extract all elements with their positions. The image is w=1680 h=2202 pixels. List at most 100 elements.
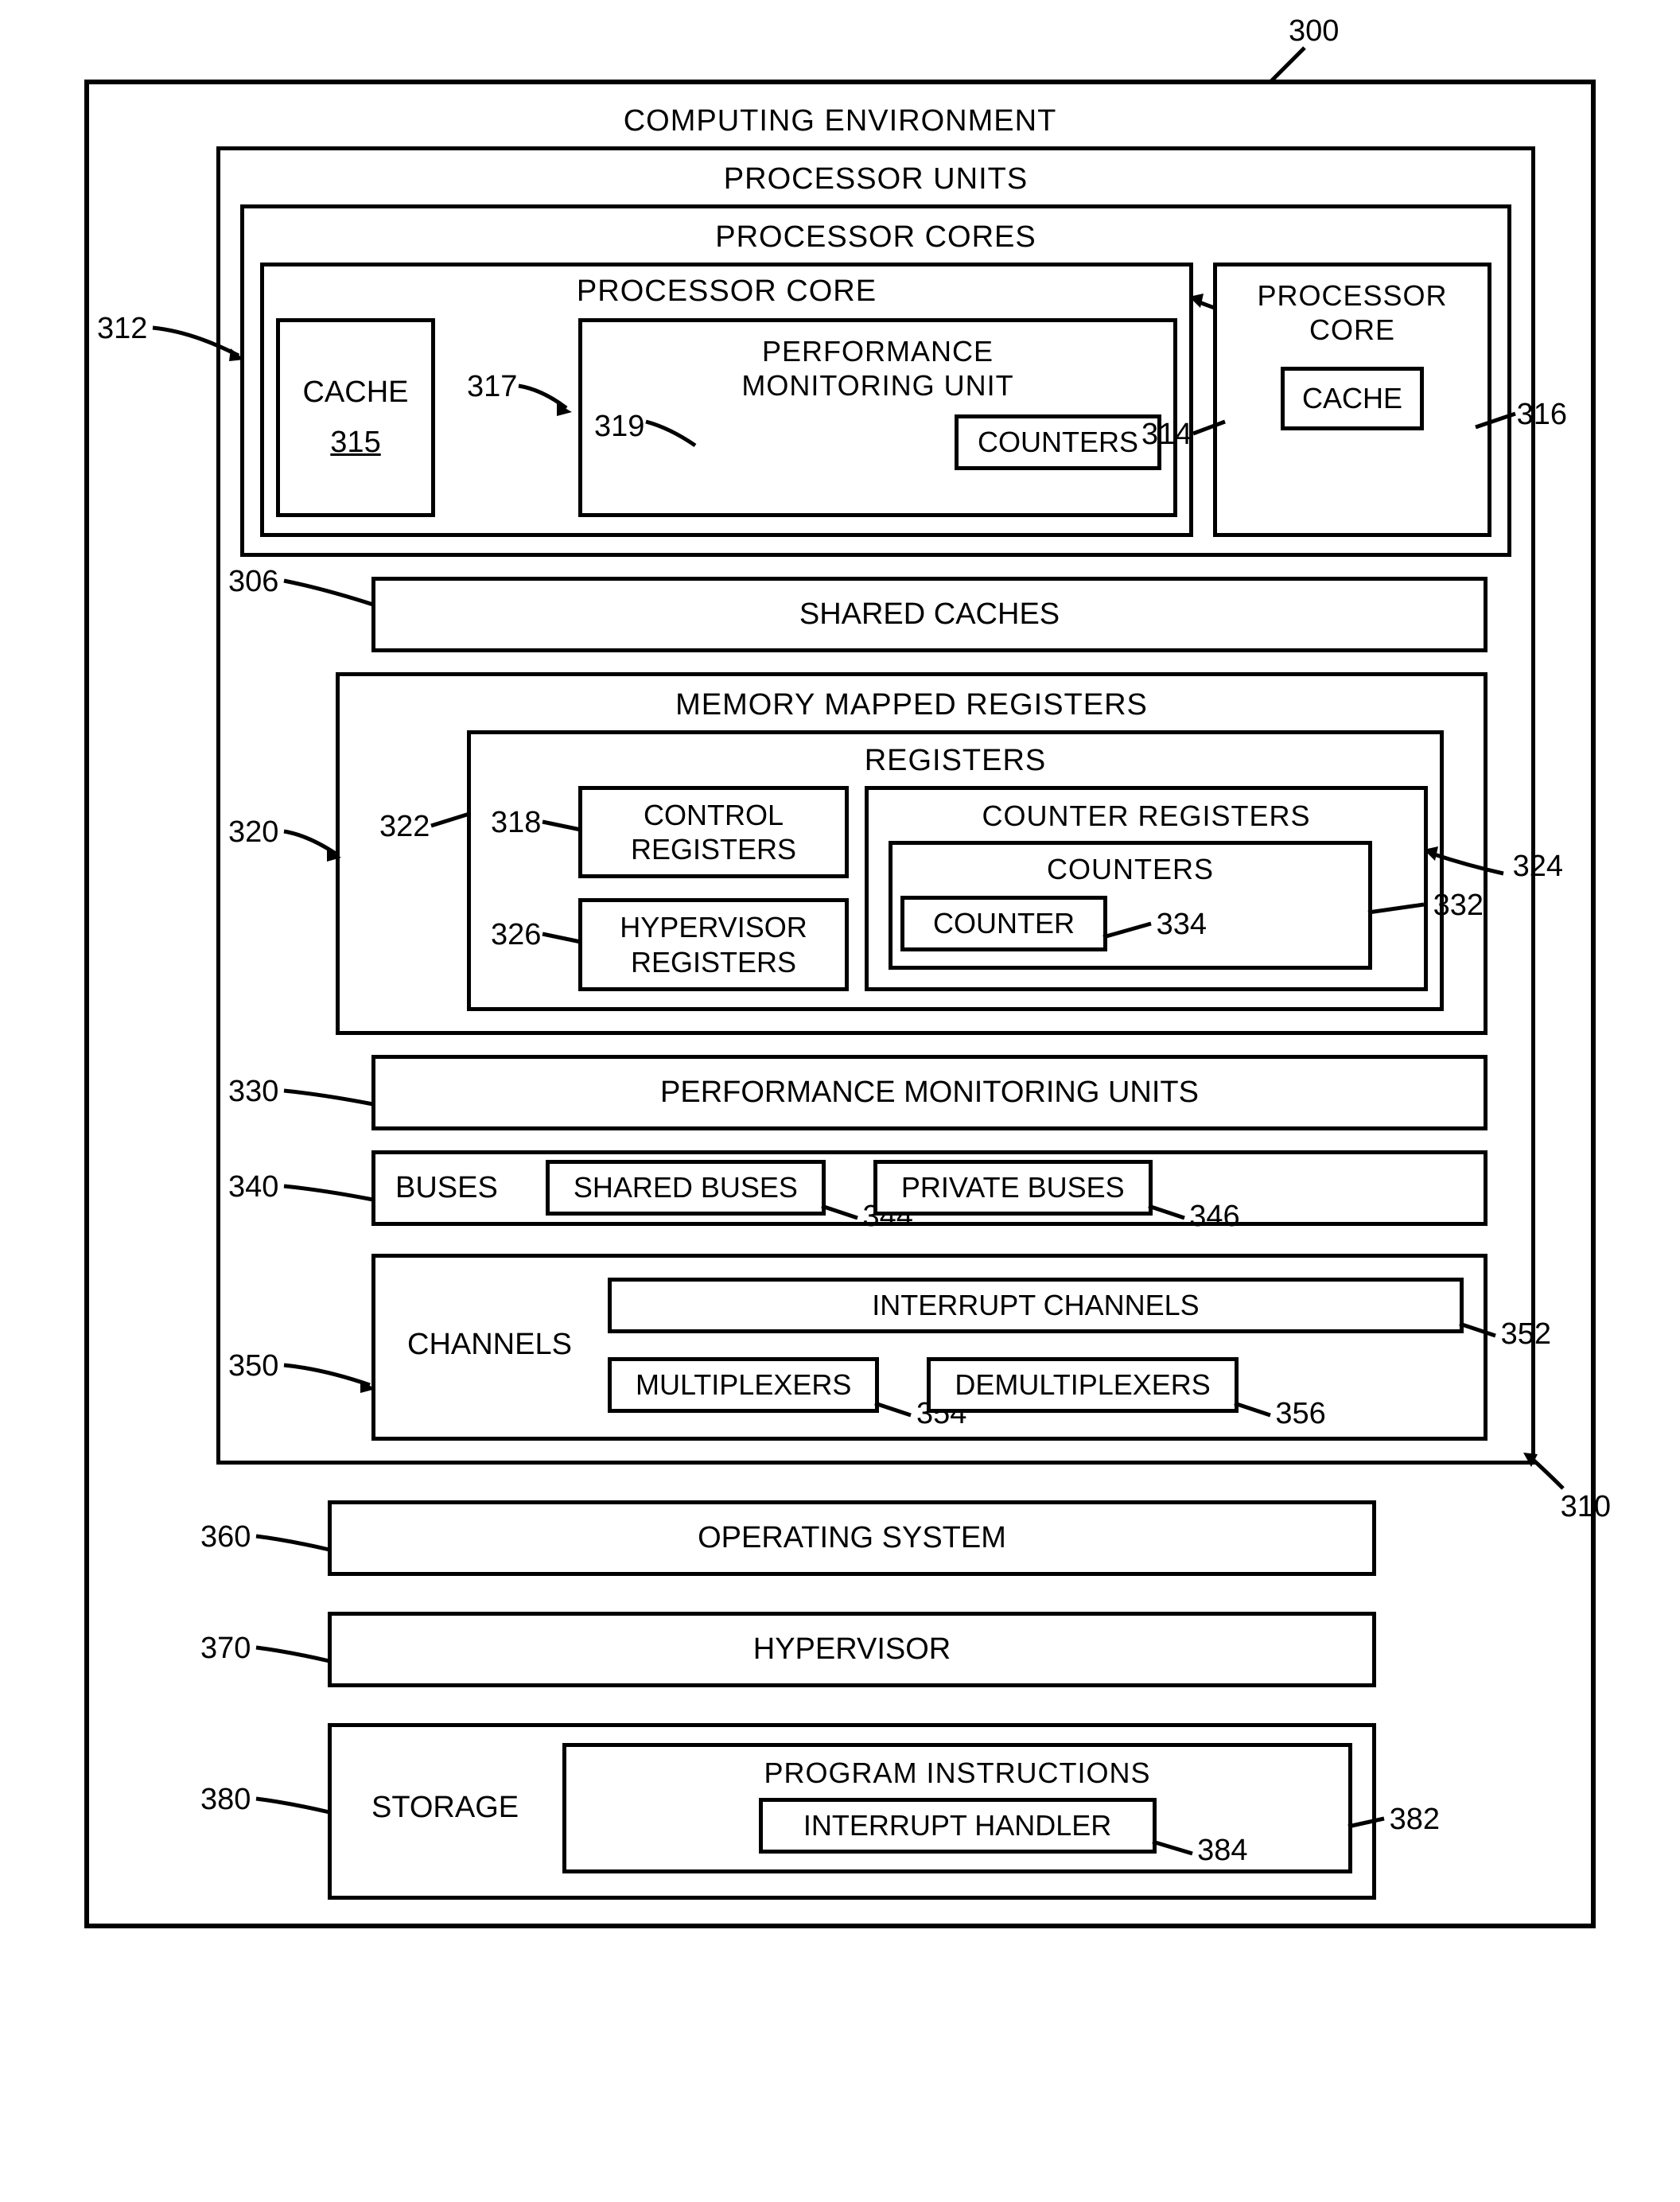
processor-cores: PROCESSOR CORES 312 PROCESSOR CORE CACHE… [240, 204, 1511, 557]
core1-title: PROCESSOR CORE [264, 274, 1189, 309]
computing-environment: COMPUTING ENVIRONMENT PROCESSOR UNITS PR… [84, 80, 1596, 1928]
ref-356: 356 [1275, 1397, 1325, 1431]
demultiplexers: DEMULTIPLEXERS 356 [927, 1357, 1238, 1413]
leader-380 [256, 1795, 336, 1819]
leader-340 [284, 1182, 379, 1206]
pmu-title: PERFORMANCEMONITORING UNIT [594, 334, 1161, 403]
buses: 340 BUSES SHARED BUSES 344 PRIVATE BUSES… [371, 1150, 1488, 1226]
channels-label: CHANNELS [395, 1278, 584, 1413]
pmu-bar-label: PERFORMANCE MONITORING UNITS [660, 1076, 1199, 1110]
performance-monitoring-units: PERFORMANCE MONITORING UNITS 330 [371, 1055, 1488, 1130]
counters-319: COUNTERS [955, 414, 1161, 470]
ref-310: 310 [1561, 1490, 1611, 1524]
processor-core-1: PROCESSOR CORE CACHE 315 317 PERFORMA [260, 263, 1193, 537]
leader-326 [542, 926, 586, 950]
leader-352 [1456, 1320, 1499, 1344]
counter-label: COUNTER [933, 907, 1075, 940]
leader-324 [1424, 850, 1507, 889]
channels: 350 CHANNELS INTERRUPT CHANNELS 352 MULT… [371, 1254, 1488, 1441]
ref-318: 318 [491, 806, 541, 840]
env-title: COMPUTING ENVIRONMENT [113, 104, 1567, 138]
leader-370 [256, 1644, 336, 1667]
program-title: PROGRAM INSTRUCTIONS [582, 1757, 1332, 1790]
leader-319 [646, 422, 702, 453]
proc-cores-title: PROCESSOR CORES [256, 220, 1495, 255]
counters-332: COUNTERS 332 COUNTER 334 [889, 841, 1372, 970]
shared-buses-label: SHARED BUSES [574, 1171, 798, 1204]
handler-label: INTERRUPT HANDLER [803, 1809, 1111, 1842]
ref-384: 384 [1197, 1834, 1247, 1868]
intc-label: INTERRUPT CHANNELS [872, 1289, 1199, 1322]
private-buses: PRIVATE BUSES 346 [873, 1160, 1153, 1216]
leader-332 [1364, 897, 1428, 920]
leader-356 [1231, 1399, 1274, 1423]
ref-316: 316 [1517, 398, 1567, 432]
ref-319: 319 [594, 410, 644, 444]
processor-core-2: PROCESSORCORE 314 CACHE 316 [1213, 263, 1491, 537]
cache-label: CACHE [302, 375, 408, 410]
leader-306 [284, 581, 379, 613]
storage-label: STORAGE [352, 1743, 539, 1873]
ref-314: 314 [1141, 418, 1192, 452]
hyp-label: HYPERVISOR [753, 1632, 951, 1667]
performance-monitoring-unit: PERFORMANCEMONITORING UNIT 319 COUNTERS [578, 318, 1177, 517]
multiplexers: MULTIPLEXERS 354 [608, 1357, 879, 1413]
counter-334: COUNTER 334 [900, 896, 1107, 951]
ref-300: 300 [1289, 14, 1339, 49]
counters2-title: COUNTERS [900, 853, 1360, 886]
mux-label: MULTIPLEXERS [636, 1368, 851, 1402]
cache-315: CACHE 315 [276, 318, 435, 517]
mmr-title: MEMORY MAPPED REGISTERS [356, 688, 1468, 722]
ref-346: 346 [1189, 1200, 1239, 1234]
leader-354 [871, 1399, 915, 1423]
registers: REGISTERS 322 CONTROLREGISTERS 318 [467, 730, 1444, 1011]
ref-312: 312 [97, 312, 147, 346]
operating-system: OPERATING SYSTEM 360 [328, 1500, 1376, 1576]
buses-label: BUSES [395, 1171, 498, 1205]
ref-322: 322 [379, 810, 430, 844]
cache2-label: CACHE [1302, 382, 1402, 415]
ref-324: 324 [1513, 850, 1563, 884]
ref-380: 380 [200, 1783, 251, 1817]
hypervisor: HYPERVISOR 370 [328, 1612, 1376, 1687]
ref-382: 382 [1390, 1803, 1440, 1837]
ref-306: 306 [228, 565, 278, 599]
ref-352: 352 [1501, 1317, 1551, 1352]
ref-315: 315 [330, 426, 380, 460]
ref-370: 370 [200, 1632, 251, 1666]
ref-330: 330 [228, 1075, 278, 1109]
ref-334: 334 [1157, 908, 1207, 942]
proc-units-title: PROCESSOR UNITS [232, 162, 1519, 196]
leader-318 [542, 814, 586, 838]
memory-mapped-registers: MEMORY MAPPED REGISTERS 320 REGISTERS 32… [336, 672, 1488, 1035]
leader-310 [1523, 1453, 1567, 1492]
leader-314 [1193, 418, 1233, 449]
os-label: OPERATING SYSTEM [698, 1521, 1006, 1555]
leader-382 [1344, 1811, 1388, 1834]
cache-316: CACHE [1281, 367, 1424, 430]
leader-334 [1099, 920, 1155, 943]
core2-title: PROCESSORCORE [1257, 278, 1447, 347]
shared-buses: SHARED BUSES 344 [546, 1160, 826, 1216]
leader-330 [284, 1087, 379, 1111]
hypervisor-registers: HYPERVISORREGISTERS 326 [578, 898, 849, 990]
leader-350 [284, 1361, 379, 1393]
program-instructions: PROGRAM INSTRUCTIONS 382 INTERRUPT HANDL… [562, 1743, 1352, 1873]
leader-320 [284, 831, 344, 863]
ref-360: 360 [200, 1520, 251, 1554]
leader-346 [1145, 1202, 1188, 1226]
leader-316 [1472, 410, 1519, 434]
counters-label: COUNTERS [978, 426, 1138, 459]
leader-384 [1149, 1838, 1196, 1862]
private-buses-label: PRIVATE BUSES [901, 1171, 1125, 1204]
interrupt-handler: INTERRUPT HANDLER 384 [759, 1798, 1157, 1854]
control-registers: CONTROLREGISTERS 318 [578, 786, 849, 878]
shared-caches-label: SHARED CACHES [799, 597, 1060, 632]
interrupt-channels: INTERRUPT CHANNELS 352 [608, 1278, 1464, 1333]
counter-registers: COUNTER REGISTERS 324 COUNTERS 332 [865, 786, 1428, 991]
ref-320: 320 [228, 815, 278, 850]
ref-340: 340 [228, 1170, 278, 1204]
leader-312 [153, 328, 248, 368]
ref-332: 332 [1433, 889, 1484, 923]
demux-label: DEMULTIPLEXERS [955, 1368, 1210, 1402]
